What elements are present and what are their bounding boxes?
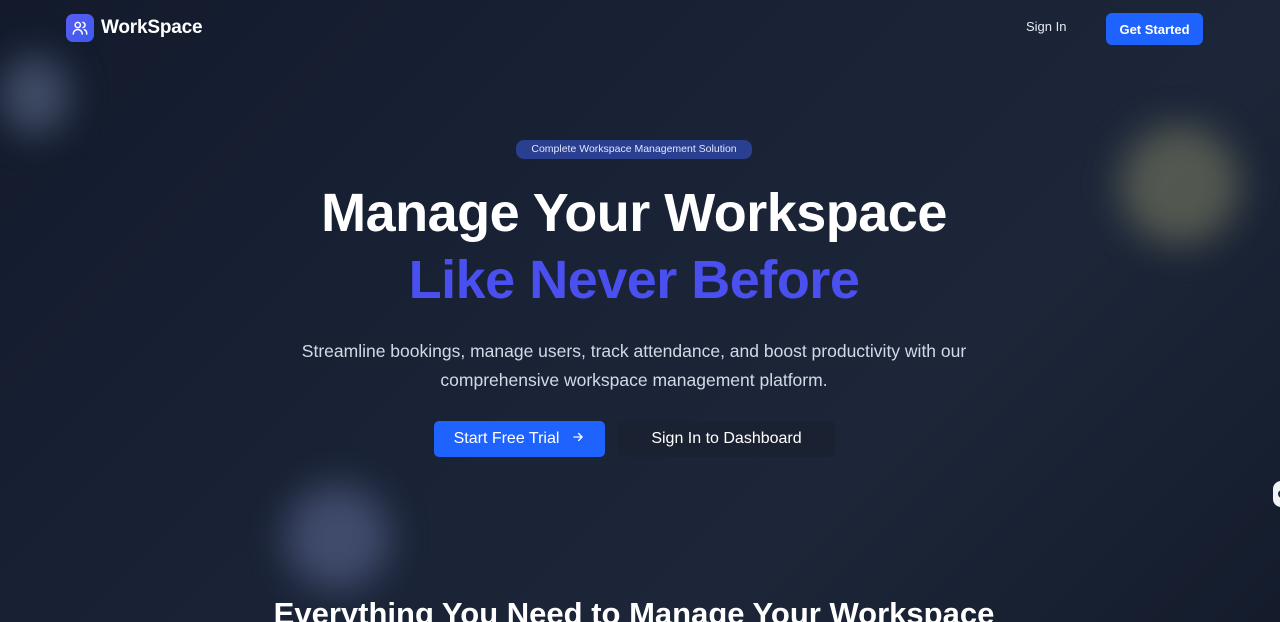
background-glow [0,55,70,135]
navbar: WorkSpace Sign In Get Started [0,0,1280,58]
brand-link[interactable]: WorkSpace [66,14,203,42]
brand-name: WorkSpace [101,17,203,38]
hero-title: Manage Your Workspace [321,183,947,243]
background-glow [285,485,390,590]
start-free-trial-label: Start Free Trial [453,430,560,447]
users-icon [66,14,94,42]
hero-badge: Complete Workspace Management Solution [516,140,752,159]
hero-subtitle: Streamline bookings, manage users, track… [301,341,967,390]
hero-title-highlight: Like Never Before [408,250,860,310]
sign-in-dashboard-button[interactable]: Sign In to Dashboard [618,421,835,457]
scroll-handle[interactable] [1273,481,1280,507]
arrow-right-icon [571,430,585,449]
start-free-trial-button[interactable]: Start Free Trial [434,421,605,457]
get-started-button[interactable]: Get Started [1106,13,1203,45]
sign-in-link[interactable]: Sign In [1026,19,1066,34]
features-title: Everything You Need to Manage Your Works… [273,596,995,622]
